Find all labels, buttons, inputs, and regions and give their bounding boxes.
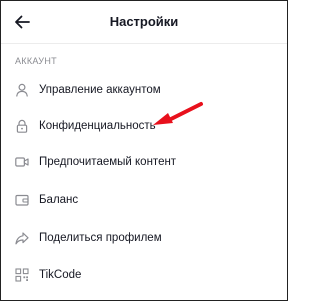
wallet-icon: [15, 193, 29, 207]
red-arrow-annotation: [153, 102, 203, 125]
settings-item-label: Предпочитаемый контент: [39, 156, 177, 168]
page-title: Настройки: [109, 14, 179, 29]
settings-item-privacy[interactable]: Конфиденциальность: [1, 111, 287, 141]
settings-item-share-profile[interactable]: Поделиться профилем: [1, 223, 287, 253]
settings-item-label: Управление аккаунтом: [39, 84, 161, 96]
settings-item-balance[interactable]: Баланс: [1, 185, 287, 215]
settings-item-label: TikCode: [39, 269, 82, 281]
header: Настройки: [1, 1, 287, 44]
settings-screen: Настройки АККАУНТ Управление аккаунтом К…: [0, 0, 288, 301]
lock-icon: [15, 119, 29, 133]
section-title-account: АККАУНТ: [15, 56, 57, 66]
video-camera-icon: [15, 155, 29, 169]
settings-item-tikcode[interactable]: TikCode: [1, 260, 287, 290]
settings-item-content-preferences[interactable]: Предпочитаемый контент: [1, 147, 287, 177]
settings-item-label: Баланс: [39, 194, 79, 206]
person-icon: [15, 83, 29, 97]
settings-item-label: Поделиться профилем: [39, 232, 162, 244]
share-icon: [15, 231, 29, 245]
settings-item-manage-account[interactable]: Управление аккаунтом: [1, 75, 287, 105]
qr-code-icon: [15, 268, 29, 282]
settings-item-label: Конфиденциальность: [39, 120, 156, 132]
